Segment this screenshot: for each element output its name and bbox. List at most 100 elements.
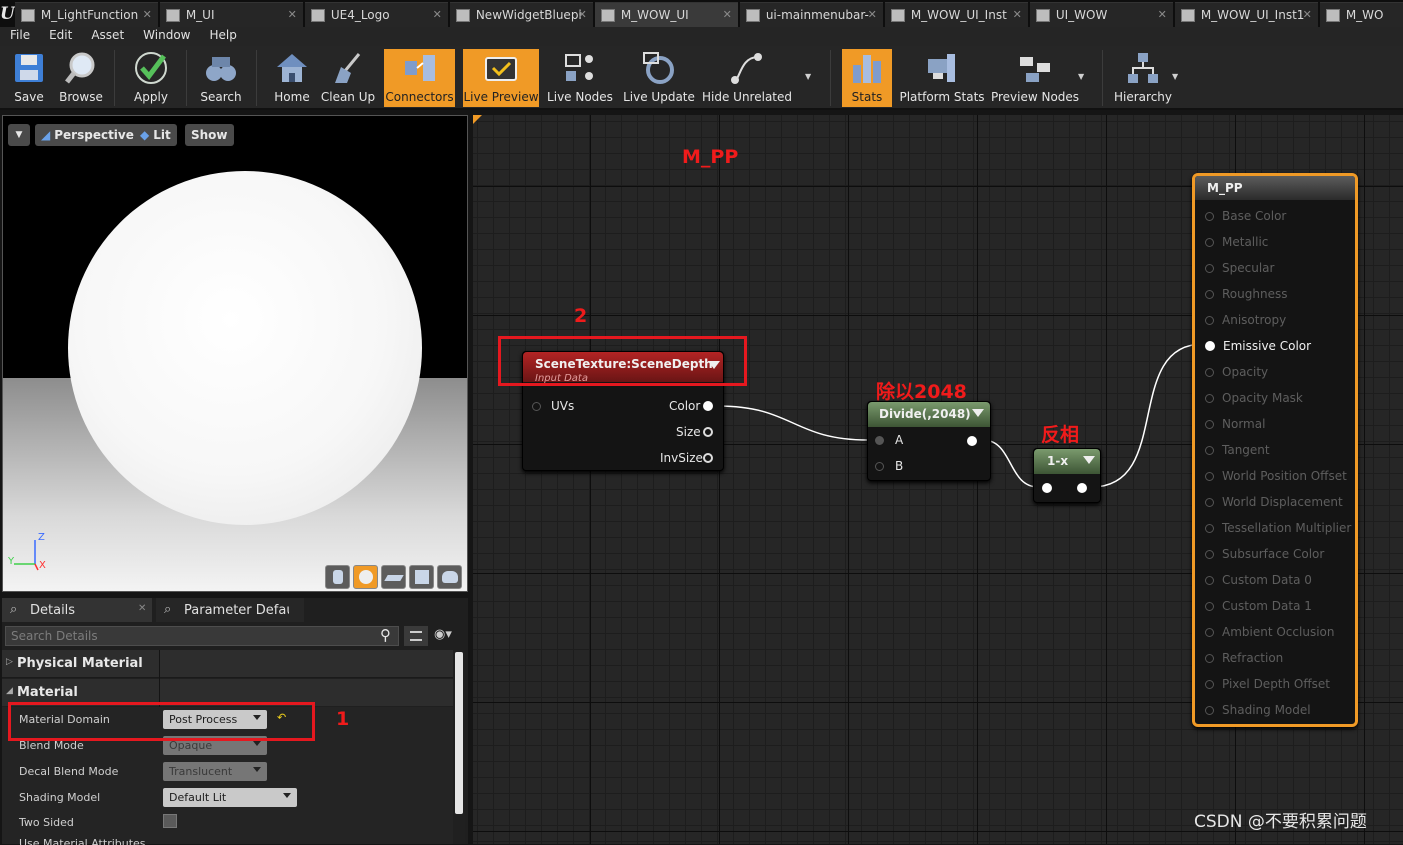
uvs-input-pin[interactable]	[532, 402, 541, 411]
chevron-down-icon[interactable]: ▼	[1078, 72, 1084, 81]
size-output-pin[interactable]	[703, 427, 713, 437]
result-input-pin[interactable]	[1205, 576, 1214, 585]
chevron-down-icon[interactable]	[972, 409, 984, 417]
apply-button[interactable]: Apply	[126, 49, 176, 107]
cylinder-preview-button[interactable]	[325, 565, 350, 589]
plane-preview-button[interactable]	[381, 565, 406, 589]
close-icon[interactable]: ✕	[578, 8, 587, 21]
document-tab[interactable]: ui-mainmenubar- ✕	[739, 2, 883, 27]
result-input-pin[interactable]	[1205, 446, 1214, 455]
close-icon[interactable]: ✕	[1013, 8, 1022, 21]
result-input-pin[interactable]	[1205, 238, 1214, 247]
result-input-pin[interactable]	[1205, 341, 1215, 351]
result-input-pin[interactable]	[1205, 654, 1214, 663]
one-minus-input-pin[interactable]	[1042, 483, 1052, 493]
platform-stats-button[interactable]: Platform Stats	[899, 49, 985, 107]
result-input-row[interactable]: Specular	[1205, 261, 1274, 275]
category-physical-material[interactable]: ▷ Physical Material	[2, 650, 454, 678]
result-input-row[interactable]: World Position Offset	[1205, 469, 1347, 483]
result-input-row[interactable]: Normal	[1205, 417, 1265, 431]
close-icon[interactable]: ✕	[143, 8, 152, 21]
document-tab[interactable]: UE4_Logo ✕	[304, 2, 448, 27]
result-input-row[interactable]: Anisotropy	[1205, 313, 1286, 327]
live-nodes-button[interactable]: Live Nodes	[547, 49, 613, 107]
result-input-pin[interactable]	[1205, 472, 1214, 481]
home-button[interactable]: Home	[270, 49, 314, 107]
result-input-row[interactable]: Pixel Depth Offset	[1205, 677, 1330, 691]
divide-node[interactable]: Divide(,2048) A B	[867, 401, 991, 481]
details-scrollbar[interactable]	[453, 650, 465, 844]
color-output-pin[interactable]	[703, 401, 713, 411]
tab-details[interactable]: ⌕ Details ✕	[2, 598, 152, 622]
search-details-input[interactable]: Search Details	[5, 626, 399, 646]
result-input-row[interactable]: Subsurface Color	[1205, 547, 1324, 561]
result-input-row[interactable]: Metallic	[1205, 235, 1268, 249]
divide-output-pin[interactable]	[967, 436, 977, 446]
result-input-row[interactable]: Custom Data 1	[1205, 599, 1312, 613]
eye-icon[interactable]: ◉▾	[434, 627, 452, 642]
chevron-down-icon[interactable]	[1083, 456, 1095, 464]
close-icon[interactable]: ✕	[868, 8, 877, 21]
sphere-preview-button[interactable]	[353, 565, 378, 589]
document-tab[interactable]: UI_WOW ✕	[1029, 2, 1173, 27]
result-input-pin[interactable]	[1205, 524, 1214, 533]
close-icon[interactable]: ✕	[138, 603, 146, 614]
chevron-down-icon[interactable]: ▼	[1172, 72, 1178, 81]
live-update-button[interactable]: Live Update	[623, 49, 695, 107]
result-input-row[interactable]: Opacity Mask	[1205, 391, 1303, 405]
result-input-row[interactable]: Refraction	[1205, 651, 1283, 665]
result-input-row[interactable]: World Displacement	[1205, 495, 1343, 509]
result-input-pin[interactable]	[1205, 368, 1214, 377]
menu-item-file[interactable]: File	[0, 27, 39, 46]
menu-item-asset[interactable]: Asset	[81, 27, 133, 46]
result-input-pin[interactable]	[1205, 290, 1214, 299]
mesh-preview-button[interactable]	[437, 565, 462, 589]
result-input-row[interactable]: Opacity	[1205, 365, 1268, 379]
result-input-pin[interactable]	[1205, 394, 1214, 403]
viewport-options-button[interactable]: ▼	[8, 124, 30, 146]
result-input-row[interactable]: Emissive Color	[1205, 339, 1311, 353]
one-minus-output-pin[interactable]	[1077, 483, 1087, 493]
unreal-logo-icon[interactable]: U	[0, 0, 15, 27]
hierarchy-button[interactable]: Hierarchy	[1114, 49, 1172, 107]
document-tab[interactable]: NewWidgetBluepi ✕	[449, 2, 593, 27]
one-minus-node-header[interactable]: 1-x	[1034, 449, 1100, 474]
material-graph-canvas[interactable]: M_PP SceneTexture:SceneDepth Input Data …	[473, 115, 1403, 844]
close-icon[interactable]: ✕	[1158, 8, 1167, 21]
hide-unrelated-button[interactable]: Hide Unrelated	[702, 49, 792, 107]
document-tab[interactable]: M_WOW_UI_Inst ✕	[884, 2, 1028, 27]
search-button[interactable]: Search	[196, 49, 246, 107]
show-button[interactable]: Show	[185, 124, 234, 146]
result-input-pin[interactable]	[1205, 602, 1214, 611]
browse-button[interactable]: Browse	[56, 49, 106, 107]
decal-blend-mode-select[interactable]: Translucent	[163, 762, 267, 781]
document-tab[interactable]: M_WO✕	[1319, 2, 1403, 27]
close-icon[interactable]: ✕	[288, 8, 297, 21]
result-input-pin[interactable]	[1205, 212, 1214, 221]
material-result-node-header[interactable]: M_PP	[1195, 176, 1355, 200]
cube-preview-button[interactable]	[409, 565, 434, 589]
invsize-output-pin[interactable]	[703, 453, 713, 463]
result-input-pin[interactable]	[1205, 420, 1214, 429]
result-input-pin[interactable]	[1205, 628, 1214, 637]
tab-parameter-defaults[interactable]: ⌕ Parameter Defaults	[156, 598, 304, 622]
result-input-pin[interactable]	[1205, 316, 1214, 325]
close-icon[interactable]: ✕	[1303, 8, 1312, 21]
perspective-button[interactable]: ◢ Perspective	[35, 124, 140, 146]
preview-nodes-button[interactable]: Preview Nodes	[991, 49, 1079, 107]
connectors-button[interactable]: Connectors	[384, 49, 455, 107]
menu-item-edit[interactable]: Edit	[39, 27, 81, 46]
close-icon[interactable]: ✕	[723, 8, 732, 21]
b-input-pin[interactable]	[875, 462, 884, 471]
clean-up-button[interactable]: Clean Up	[320, 49, 376, 107]
one-minus-node[interactable]: 1-x	[1033, 448, 1101, 503]
result-input-row[interactable]: Ambient Occlusion	[1205, 625, 1334, 639]
result-input-row[interactable]: Shading Model	[1205, 703, 1311, 717]
result-input-row[interactable]: Tangent	[1205, 443, 1270, 457]
document-tab[interactable]: M_LightFunction ✕	[14, 2, 158, 27]
chevron-down-icon[interactable]: ▼	[805, 72, 811, 81]
two-sided-checkbox[interactable]	[163, 814, 177, 828]
result-input-pin[interactable]	[1205, 550, 1214, 559]
live-preview-button[interactable]: Live Preview	[463, 49, 539, 107]
save-button[interactable]: Save	[6, 49, 52, 107]
